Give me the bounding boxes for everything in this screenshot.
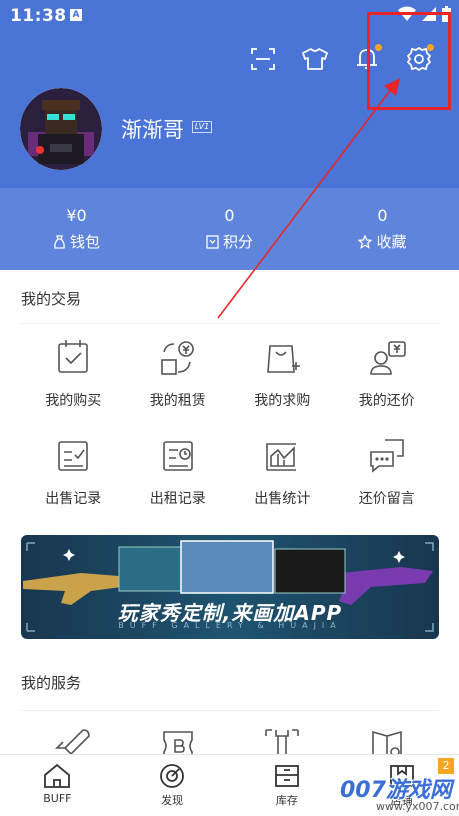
- trade-item-label: 我的租赁: [149, 393, 206, 409]
- annotation-highlight-box: [367, 12, 451, 110]
- wallet-label-row: 钱包: [53, 231, 100, 252]
- trade-item-label: 我的求购: [254, 393, 311, 409]
- sales-record-icon: [58, 441, 89, 471]
- scan-button[interactable]: [237, 42, 289, 76]
- wardrobe-icon: [302, 48, 328, 70]
- wallet-value: ¥0: [66, 206, 87, 225]
- sales-stats-icon: [266, 443, 297, 471]
- username: 渐渐哥: [121, 118, 184, 142]
- avatar[interactable]: [20, 88, 102, 170]
- nav-buff[interactable]: BUFF: [0, 755, 115, 816]
- trade-item-label: 出售记录: [45, 491, 102, 507]
- status-time: 11:38: [10, 6, 67, 26]
- trade-item-wanted[interactable]: 我的求购: [230, 324, 335, 422]
- favorites-value: 0: [377, 206, 388, 225]
- main-content: 我的交易 我的购买 我的租赁 我的求购 我的还价 出售记录 出租记录 出售统计 …: [0, 270, 459, 765]
- trade-item-label: 我的购买: [45, 393, 102, 409]
- points-value: 0: [224, 206, 235, 225]
- watermark-url: www.yx007.com: [376, 800, 459, 813]
- trade-item-rent[interactable]: 我的租赁: [126, 324, 231, 422]
- nav-label: BUFF: [43, 792, 72, 805]
- inventory-icon: [274, 765, 299, 787]
- wallet-icon: [54, 234, 65, 249]
- trade-item-label: 出租记录: [149, 491, 206, 507]
- discover-icon: [160, 764, 185, 788]
- nav-label: 库存: [275, 794, 298, 807]
- trade-item-label: 出售统计: [254, 491, 311, 507]
- rent-icon: [160, 341, 194, 375]
- trade-item-offer-message[interactable]: 还价留言: [335, 422, 440, 520]
- trade-item-label: 还价留言: [358, 491, 415, 507]
- watermark: 007游戏网 www.yx007.com 2: [336, 758, 459, 816]
- purchase-icon: [58, 340, 89, 373]
- favorites-label: 收藏: [376, 233, 407, 251]
- trade-item-purchase[interactable]: 我的购买: [21, 324, 126, 422]
- scan-icon: [251, 48, 275, 70]
- star-icon: [358, 234, 373, 249]
- section-title-services: 我的服务: [21, 674, 82, 692]
- trade-item-sales-stats[interactable]: 出售统计: [230, 422, 335, 520]
- trade-item-label: 我的还价: [358, 393, 415, 409]
- points-label-row: 积分: [206, 231, 253, 252]
- trade-grid: 我的购买 我的租赁 我的求购 我的还价 出售记录 出租记录 出售统计 还价留言: [21, 324, 439, 520]
- watermark-badge: 2: [438, 758, 454, 774]
- points-label: 积分: [222, 233, 253, 251]
- trade-item-sales-record[interactable]: 出售记录: [21, 422, 126, 520]
- nav-discover[interactable]: 发现: [115, 755, 230, 816]
- nav-inventory[interactable]: 库存: [230, 755, 345, 816]
- trade-item-rental-record[interactable]: 出租记录: [126, 422, 231, 520]
- stat-wallet[interactable]: ¥0 钱包: [0, 188, 153, 270]
- notification-a-icon: A: [70, 9, 82, 21]
- favorites-label-row: 收藏: [358, 231, 407, 252]
- avatar-image: [20, 88, 102, 170]
- stat-favorites[interactable]: 0 收藏: [306, 188, 459, 270]
- wardrobe-button[interactable]: [289, 42, 341, 76]
- wanted-icon: [267, 345, 301, 373]
- counteroffer-icon: [369, 341, 406, 375]
- points-icon: [206, 234, 219, 249]
- trade-item-counteroffer[interactable]: 我的还价: [335, 324, 440, 422]
- stat-points[interactable]: 0 积分: [153, 188, 306, 270]
- banner-subtitle: BUFF GALLERY & HUAJIA: [118, 621, 342, 630]
- divider: [21, 710, 439, 711]
- section-title-trade: 我的交易: [21, 290, 82, 308]
- rental-record-icon: [162, 441, 193, 471]
- home-icon: [44, 763, 71, 788]
- offer-message-icon: [369, 439, 404, 473]
- stats-bar: ¥0 钱包 0 积分 0 收藏: [0, 188, 459, 270]
- promo-banner[interactable]: 玩家秀定制,来画加APP BUFF GALLERY & HUAJIA: [21, 535, 439, 639]
- nav-label: 发现: [161, 794, 184, 807]
- level-badge: LV1: [192, 121, 212, 133]
- wallet-label: 钱包: [69, 233, 100, 251]
